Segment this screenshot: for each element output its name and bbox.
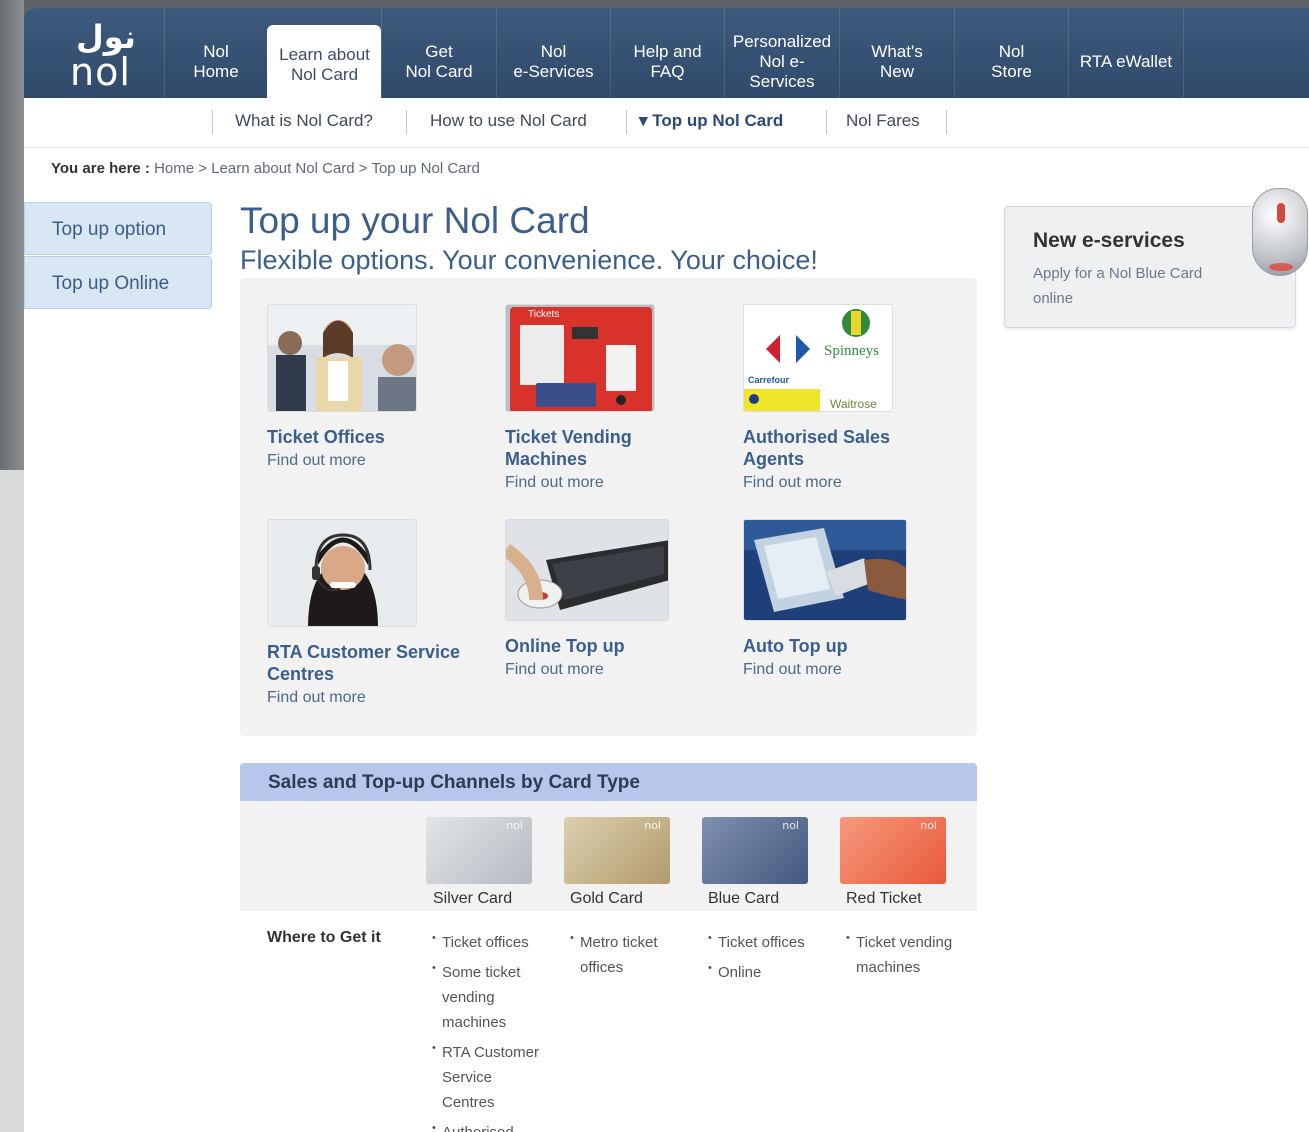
tile-title[interactable]: Auto Top up — [743, 635, 963, 657]
find-out-more-link[interactable]: Find out more — [743, 474, 963, 492]
list-item: Some ticket vending machines — [432, 956, 532, 1035]
side-item-top-up-option[interactable]: Top up option — [24, 202, 212, 255]
tile-ticket-vending: Tickets Ticket Vending Machines Find out… — [505, 304, 725, 492]
eservices-title[interactable]: New e-services — [1033, 229, 1185, 253]
vending-machine-icon — [506, 305, 654, 411]
card-nol-logo: nol — [506, 819, 523, 832]
list-item: Authorised — [432, 1116, 552, 1132]
tile-title[interactable]: Ticket Offices — [267, 426, 487, 448]
nav-nol-store[interactable]: Nol Store — [954, 8, 1068, 98]
nav-rta-ewallet[interactable]: RTA eWallet — [1068, 8, 1183, 98]
gold-card-image: nol — [564, 817, 670, 884]
red-where-list: Ticket vending machines — [846, 926, 966, 985]
list-item: Ticket vending machines — [846, 926, 966, 980]
spinneys-label: Spinneys — [824, 343, 880, 359]
tile-auto-top-up: Auto Top up Find out more — [743, 519, 963, 679]
tvm-label: Tickets — [528, 309, 560, 320]
tile-sales-agents: Carrefour Spinneys Waitrose Authorised S… — [743, 304, 963, 492]
red-ticket-image: nol — [840, 817, 946, 884]
page: نول nol Nol Home Learn about Nol Card Ge… — [24, 8, 1309, 1132]
carrefour-label: Carrefour — [748, 375, 790, 385]
card-types-row: nol nol nol nol Silver Card Gold Card Bl… — [240, 801, 977, 911]
card-nol-logo: nol — [644, 819, 661, 832]
tile-title[interactable]: Ticket Vending Machines — [505, 426, 725, 470]
office-people-icon — [268, 305, 416, 411]
where-to-get-label: Where to Get it — [267, 929, 381, 946]
top-up-options-panel: Ticket Offices Find out more Tickets Tic… — [240, 278, 977, 736]
silver-card-image: nol — [426, 817, 532, 884]
waitrose-label: Waitrose — [830, 397, 877, 411]
headset-agent-icon — [268, 520, 416, 626]
online-top-up-photo[interactable] — [505, 519, 669, 621]
eservices-description[interactable]: Apply for a Nol Blue Card online — [1033, 261, 1233, 311]
card-nol-logo: nol — [920, 819, 937, 832]
nav-whats-new[interactable]: What's New — [839, 8, 954, 98]
list-item: RTA Customer Service Centres — [432, 1036, 547, 1115]
ticket-offices-photo[interactable] — [267, 304, 417, 412]
tile-title[interactable]: Online Top up — [505, 635, 725, 657]
blue-where-list: Ticket offices Online — [708, 926, 838, 990]
tile-online-top-up: Online Top up Find out more — [505, 519, 725, 679]
breadcrumb: You are here : Home > Learn about Nol Ca… — [51, 160, 480, 177]
list-item[interactable]: Online — [708, 956, 838, 985]
ticket-vending-photo[interactable]: Tickets — [505, 304, 655, 412]
tile-customer-service: RTA Customer Service Centres Find out mo… — [267, 519, 487, 707]
blue-card-label: Blue Card — [708, 890, 780, 907]
keyboard-mouse-icon — [506, 520, 668, 620]
list-item: Metro ticket offices — [570, 926, 680, 980]
logo-english: nol — [70, 50, 131, 94]
nav-learn-about[interactable]: Learn about Nol Card — [267, 25, 381, 98]
find-out-more-link[interactable]: Find out more — [505, 474, 725, 492]
list-item: Ticket offices — [432, 926, 552, 955]
window-edge — [0, 0, 24, 1132]
sales-agents-logos[interactable]: Carrefour Spinneys Waitrose — [743, 304, 893, 412]
nav-help-faq[interactable]: Help and FAQ — [610, 8, 724, 98]
silver-where-list: Ticket offices Some ticket vending machi… — [432, 926, 552, 1132]
red-ticket-label: Red Ticket — [846, 890, 922, 907]
top-nav: نول nol Nol Home Learn about Nol Card Ge… — [24, 8, 1309, 98]
card-nol-logo: nol — [782, 819, 799, 832]
side-menu: Top up option Top up Online — [24, 202, 212, 310]
subnav-top-up[interactable]: ▾ Top up Nol Card — [639, 111, 783, 131]
card-reader-icon — [744, 520, 906, 620]
find-out-more-link[interactable]: Find out more — [743, 661, 963, 679]
find-out-more-link[interactable]: Find out more — [505, 661, 725, 679]
customer-service-photo[interactable] — [267, 519, 417, 627]
side-item-top-up-online[interactable]: Top up Online — [24, 256, 212, 309]
tile-title[interactable]: RTA Customer Service Centres — [267, 641, 487, 685]
page-subtitle: Flexible options. Your convenience. Your… — [240, 245, 818, 275]
list-item: Ticket offices — [708, 926, 838, 955]
gold-where-list: Metro ticket offices — [570, 926, 680, 985]
subnav-how-to-use[interactable]: How to use Nol Card — [430, 111, 587, 131]
tile-title[interactable]: Authorised Sales Agents — [743, 426, 963, 470]
gold-card-label: Gold Card — [570, 890, 643, 907]
subnav-what-is[interactable]: What is Nol Card? — [235, 111, 373, 131]
subnav-nol-fares[interactable]: Nol Fares — [846, 111, 920, 131]
mouse-icon — [1252, 188, 1308, 276]
find-out-more-link[interactable]: Find out more — [267, 689, 487, 707]
auto-top-up-photo[interactable] — [743, 519, 907, 621]
silver-card-label: Silver Card — [433, 890, 513, 907]
nav-personalized[interactable]: Personalized Nol e-Services — [724, 8, 839, 98]
breadcrumb-path[interactable]: Home > Learn about Nol Card > Top up Nol… — [154, 160, 480, 177]
sub-nav: What is Nol Card? How to use Nol Card ▾ … — [24, 98, 1309, 148]
breadcrumb-prefix: You are here : — [51, 160, 150, 177]
sales-channels-heading: Sales and Top-up Channels by Card Type — [240, 763, 977, 801]
tile-ticket-offices: Ticket Offices Find out more — [267, 304, 487, 470]
nav-get-card[interactable]: Get Nol Card — [381, 8, 496, 98]
nol-logo[interactable]: نول nol — [24, 8, 164, 98]
page-title: Top up your Nol Card — [240, 200, 590, 241]
nav-nol-home[interactable]: Nol Home — [164, 8, 267, 98]
nav-e-services[interactable]: Nol e-Services — [496, 8, 610, 98]
blue-card-image: nol — [702, 817, 808, 884]
find-out-more-link[interactable]: Find out more — [267, 452, 487, 470]
